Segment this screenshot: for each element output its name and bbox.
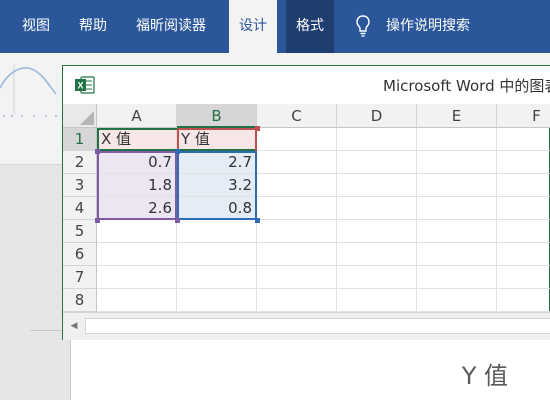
tab-design[interactable]: 设计 <box>229 0 277 53</box>
cell-d2[interactable] <box>337 151 417 174</box>
y-range-resize-handle[interactable] <box>255 218 260 223</box>
excel-chart-data-window[interactable]: X Microsoft Word 中的图表 A B C D E F 1 2 3 … <box>62 65 550 340</box>
row-header-1[interactable]: 1 <box>63 128 97 151</box>
cell-f3[interactable] <box>497 174 550 197</box>
tab-view[interactable]: 视图 <box>12 0 60 53</box>
cell-b5[interactable] <box>177 220 257 243</box>
cell-e4[interactable] <box>417 197 497 220</box>
cell-f8[interactable] <box>497 289 550 312</box>
cell-e3[interactable] <box>417 174 497 197</box>
x-range-resize-handle[interactable] <box>175 218 180 223</box>
cell-c2[interactable] <box>257 151 337 174</box>
cell-e5[interactable] <box>417 220 497 243</box>
ribbon-tab-bar: 视图 帮助 福昕阅读器 设计 格式 操作说明搜索 <box>0 0 550 53</box>
row-header-2[interactable]: 2 <box>63 151 97 174</box>
cell-d8[interactable] <box>337 289 417 312</box>
cell-f2[interactable] <box>497 151 550 174</box>
column-header-c[interactable]: C <box>257 104 337 128</box>
svg-text:X: X <box>77 81 83 91</box>
cell-c8[interactable] <box>257 289 337 312</box>
cell-d6[interactable] <box>337 243 417 266</box>
cell-f6[interactable] <box>497 243 550 266</box>
row-header-4[interactable]: 4 <box>63 197 97 220</box>
select-all-triangle <box>80 111 94 125</box>
x-range-resize-handle[interactable] <box>95 218 100 223</box>
cell-d7[interactable] <box>337 266 417 289</box>
lightbulb-icon[interactable] <box>356 15 370 37</box>
column-header-a[interactable]: A <box>97 104 177 128</box>
cell-e1[interactable] <box>417 128 497 151</box>
select-all-corner[interactable] <box>63 104 97 128</box>
column-header-e[interactable]: E <box>417 104 497 128</box>
cell-c1[interactable] <box>257 128 337 151</box>
cell-d4[interactable] <box>337 197 417 220</box>
cell-c6[interactable] <box>257 243 337 266</box>
column-header-d[interactable]: D <box>337 104 417 128</box>
cell-c4[interactable] <box>257 197 337 220</box>
cell-f1[interactable] <box>497 128 550 151</box>
cell-e6[interactable] <box>417 243 497 266</box>
series-name-resize-handle[interactable] <box>255 126 260 131</box>
chart-axis-title[interactable]: Y 值 <box>462 356 508 391</box>
cell-f7[interactable] <box>497 266 550 289</box>
excel-window-title: Microsoft Word 中的图表 <box>383 77 550 95</box>
cell-b2[interactable]: 2.7 <box>177 151 257 174</box>
scroll-track[interactable] <box>85 318 550 334</box>
cell-c3[interactable] <box>257 174 337 197</box>
scroll-left-icon[interactable]: ◀ <box>67 319 81 333</box>
cell-a1[interactable]: X 值 <box>97 128 177 151</box>
cell-d1[interactable] <box>337 128 417 151</box>
cell-f4[interactable] <box>497 197 550 220</box>
cell-b1[interactable]: Y 值 <box>177 128 257 151</box>
cell-a6[interactable] <box>97 243 177 266</box>
excel-logo-icon: X <box>75 76 95 94</box>
cell-a4[interactable]: 2.6 <box>97 197 177 220</box>
cell-a7[interactable] <box>97 266 177 289</box>
column-header-f[interactable]: F <box>497 104 550 128</box>
column-header-b[interactable]: B <box>177 104 257 128</box>
row-header-3[interactable]: 3 <box>63 174 97 197</box>
y-range-resize-handle[interactable] <box>175 149 180 154</box>
tab-format[interactable]: 格式 <box>286 0 334 53</box>
tab-help[interactable]: 帮助 <box>69 0 117 53</box>
tab-foxit-reader[interactable]: 福昕阅读器 <box>126 0 216 53</box>
row-header-6[interactable]: 6 <box>63 243 97 266</box>
spreadsheet-grid[interactable]: A B C D E F 1 2 3 4 5 6 7 8 X 值 Y 值 0.7 … <box>63 104 550 312</box>
cell-b8[interactable] <box>177 289 257 312</box>
word-window: 视图 帮助 福昕阅读器 设计 格式 操作说明搜索 Y 值 X Microsoft… <box>0 0 550 400</box>
cell-b6[interactable] <box>177 243 257 266</box>
cell-d5[interactable] <box>337 220 417 243</box>
cell-f5[interactable] <box>497 220 550 243</box>
cell-a3[interactable]: 1.8 <box>97 174 177 197</box>
row-header-8[interactable]: 8 <box>63 289 97 312</box>
cell-d3[interactable] <box>337 174 417 197</box>
cell-e8[interactable] <box>417 289 497 312</box>
cell-b4[interactable]: 0.8 <box>177 197 257 220</box>
cell-e7[interactable] <box>417 266 497 289</box>
cell-c7[interactable] <box>257 266 337 289</box>
row-header-7[interactable]: 7 <box>63 266 97 289</box>
cell-a8[interactable] <box>97 289 177 312</box>
x-range-resize-handle[interactable] <box>95 149 100 154</box>
cell-a5[interactable] <box>97 220 177 243</box>
cell-b3[interactable]: 3.2 <box>177 174 257 197</box>
cell-a2[interactable]: 0.7 <box>97 151 177 174</box>
row-header-5[interactable]: 5 <box>63 220 97 243</box>
excel-title-bar[interactable]: X Microsoft Word 中的图表 <box>63 66 550 104</box>
horizontal-scrollbar[interactable]: ◀ <box>63 312 550 340</box>
cell-e2[interactable] <box>417 151 497 174</box>
tell-me-search[interactable]: 操作说明搜索 <box>386 0 470 53</box>
chart-style-thumbnail[interactable] <box>0 58 62 128</box>
cell-c5[interactable] <box>257 220 337 243</box>
cell-b7[interactable] <box>177 266 257 289</box>
